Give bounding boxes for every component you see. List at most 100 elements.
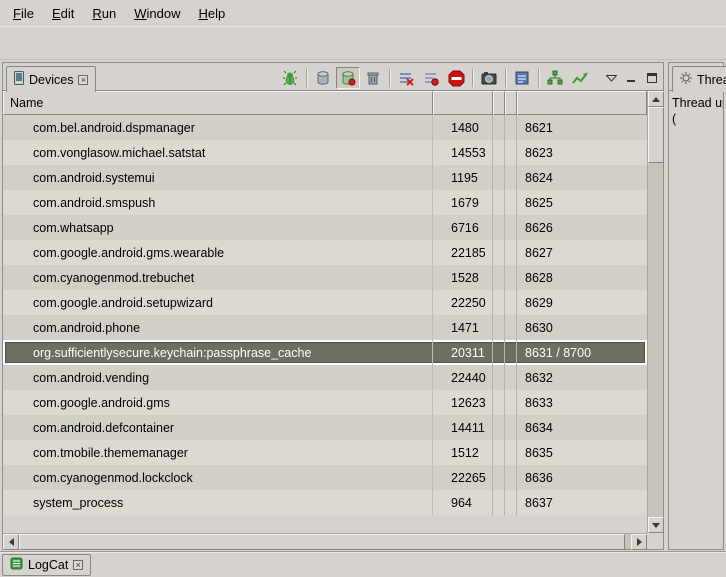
systrace-icon[interactable] <box>568 67 592 89</box>
debug-process-icon[interactable] <box>278 67 302 89</box>
toolbar-separator <box>505 69 506 87</box>
process-name-cell: com.cyanogenmod.trebuchet <box>3 265 433 290</box>
threads-tabbar: Threads <box>669 63 723 91</box>
device-table-body: com.bel.android.dspmanager 1480 8621 com… <box>3 115 647 533</box>
empty-cell <box>505 265 517 290</box>
menu-edit[interactable]: Edit <box>43 2 83 25</box>
empty-cell <box>493 215 505 240</box>
process-name-cell: com.android.phone <box>3 315 433 340</box>
tab-threads-label: Threads <box>697 73 726 87</box>
port-cell: 8624 <box>517 165 647 190</box>
column-header-port[interactable] <box>517 91 647 115</box>
process-name-cell: com.android.defcontainer <box>3 415 433 440</box>
close-icon[interactable]: × <box>78 75 88 85</box>
empty-cell <box>505 290 517 315</box>
empty-cell <box>505 165 517 190</box>
empty-cell <box>493 390 505 415</box>
menu-file[interactable]: File <box>4 2 43 25</box>
capture-system-state-icon[interactable] <box>510 67 534 89</box>
device-icon <box>14 71 24 88</box>
port-cell: 8634 <box>517 415 647 440</box>
device-row[interactable]: com.cyanogenmod.trebuchet 1528 8628 <box>3 265 647 290</box>
device-row[interactable]: system_process 964 8637 <box>3 490 647 515</box>
update-threads-icon[interactable] <box>394 67 418 89</box>
tab-logcat[interactable]: LogCat × <box>2 554 91 576</box>
column-header-name[interactable]: Name <box>3 91 433 115</box>
show-heap-updates-icon[interactable] <box>311 67 335 89</box>
close-icon[interactable]: × <box>73 560 83 570</box>
maximize-icon[interactable] <box>642 69 661 87</box>
threads-message: Thread up ( <box>669 91 723 549</box>
device-row[interactable]: com.android.phone 1471 8630 <box>3 315 647 340</box>
empty-cell <box>493 240 505 265</box>
horizontal-scroll-thumb[interactable] <box>19 534 625 550</box>
stop-process-icon[interactable] <box>444 67 468 89</box>
menu-bar: FileEditRunWindowHelp <box>0 0 726 26</box>
device-row[interactable]: com.android.defcontainer 14411 8634 <box>3 415 647 440</box>
column-header-3[interactable] <box>493 91 505 115</box>
pid-cell: 22185 <box>433 240 493 265</box>
empty-cell <box>505 465 517 490</box>
view-menu-icon[interactable] <box>602 69 621 87</box>
pid-cell: 964 <box>433 490 493 515</box>
device-row[interactable]: com.google.android.gms.wearable 22185 86… <box>3 240 647 265</box>
scroll-left-icon[interactable] <box>3 534 19 550</box>
hierarchy-view-icon[interactable] <box>543 67 567 89</box>
column-header-4[interactable] <box>505 91 517 115</box>
device-row[interactable]: com.android.systemui 1195 8624 <box>3 165 647 190</box>
device-row[interactable]: com.google.android.setupwizard 22250 862… <box>3 290 647 315</box>
pid-cell: 12623 <box>433 390 493 415</box>
toolbar-separator <box>538 69 539 87</box>
empty-cell <box>493 415 505 440</box>
empty-cell <box>505 415 517 440</box>
port-cell: 8635 <box>517 440 647 465</box>
threads-message-line1: Thread up <box>672 95 720 111</box>
tab-devices[interactable]: Devices × <box>6 66 96 92</box>
port-cell: 8637 <box>517 490 647 515</box>
process-name-cell: com.cyanogenmod.lockclock <box>3 465 433 490</box>
device-row[interactable]: com.google.android.gms 12623 8633 <box>3 390 647 415</box>
device-row[interactable]: com.bel.android.dspmanager 1480 8621 <box>3 115 647 140</box>
process-name-cell: com.bel.android.dspmanager <box>3 115 433 140</box>
empty-cell <box>493 490 505 515</box>
column-header-pid[interactable] <box>433 91 493 115</box>
process-name-cell: com.android.systemui <box>3 165 433 190</box>
menu-help[interactable]: Help <box>189 2 234 25</box>
screen-capture-icon[interactable] <box>477 67 501 89</box>
vertical-scroll-thumb[interactable] <box>648 107 664 163</box>
device-row[interactable]: com.whatsapp 6716 8626 <box>3 215 647 240</box>
empty-cell <box>493 265 505 290</box>
tab-devices-label: Devices <box>29 73 73 87</box>
device-row[interactable]: com.tmobile.thememanager 1512 8635 <box>3 440 647 465</box>
empty-cell <box>493 165 505 190</box>
dump-hprof-icon[interactable] <box>336 67 360 89</box>
device-row[interactable]: com.android.smspush 1679 8625 <box>3 190 647 215</box>
scroll-up-icon[interactable] <box>648 91 664 107</box>
vertical-scrollbar[interactable] <box>647 91 663 533</box>
menu-run[interactable]: Run <box>83 2 125 25</box>
pid-cell: 1480 <box>433 115 493 140</box>
toolbar-empty-area <box>0 26 726 60</box>
process-name-cell: com.tmobile.thememanager <box>3 440 433 465</box>
scroll-right-icon[interactable] <box>631 534 647 550</box>
device-row[interactable]: org.sufficientlysecure.keychain:passphra… <box>3 340 647 365</box>
method-profiling-icon[interactable] <box>419 67 443 89</box>
device-row[interactable]: com.cyanogenmod.lockclock 22265 8636 <box>3 465 647 490</box>
empty-cell <box>505 440 517 465</box>
empty-cell <box>505 490 517 515</box>
devices-panel: Devices × <box>2 62 664 550</box>
minimize-icon[interactable] <box>622 69 641 87</box>
cause-gc-icon[interactable] <box>361 67 385 89</box>
horizontal-scrollbar[interactable] <box>3 533 647 549</box>
device-row[interactable]: com.android.vending 22440 8632 <box>3 365 647 390</box>
pid-cell: 14411 <box>433 415 493 440</box>
empty-cell <box>505 190 517 215</box>
scrollbar-corner <box>647 533 663 549</box>
scroll-down-icon[interactable] <box>648 517 664 533</box>
toolbar-separator <box>389 69 390 87</box>
menu-window[interactable]: Window <box>125 2 189 25</box>
empty-cell <box>505 240 517 265</box>
tab-threads[interactable]: Threads <box>672 66 726 92</box>
device-row[interactable]: com.vonglasow.michael.satstat 14553 8623 <box>3 140 647 165</box>
pid-cell: 6716 <box>433 215 493 240</box>
